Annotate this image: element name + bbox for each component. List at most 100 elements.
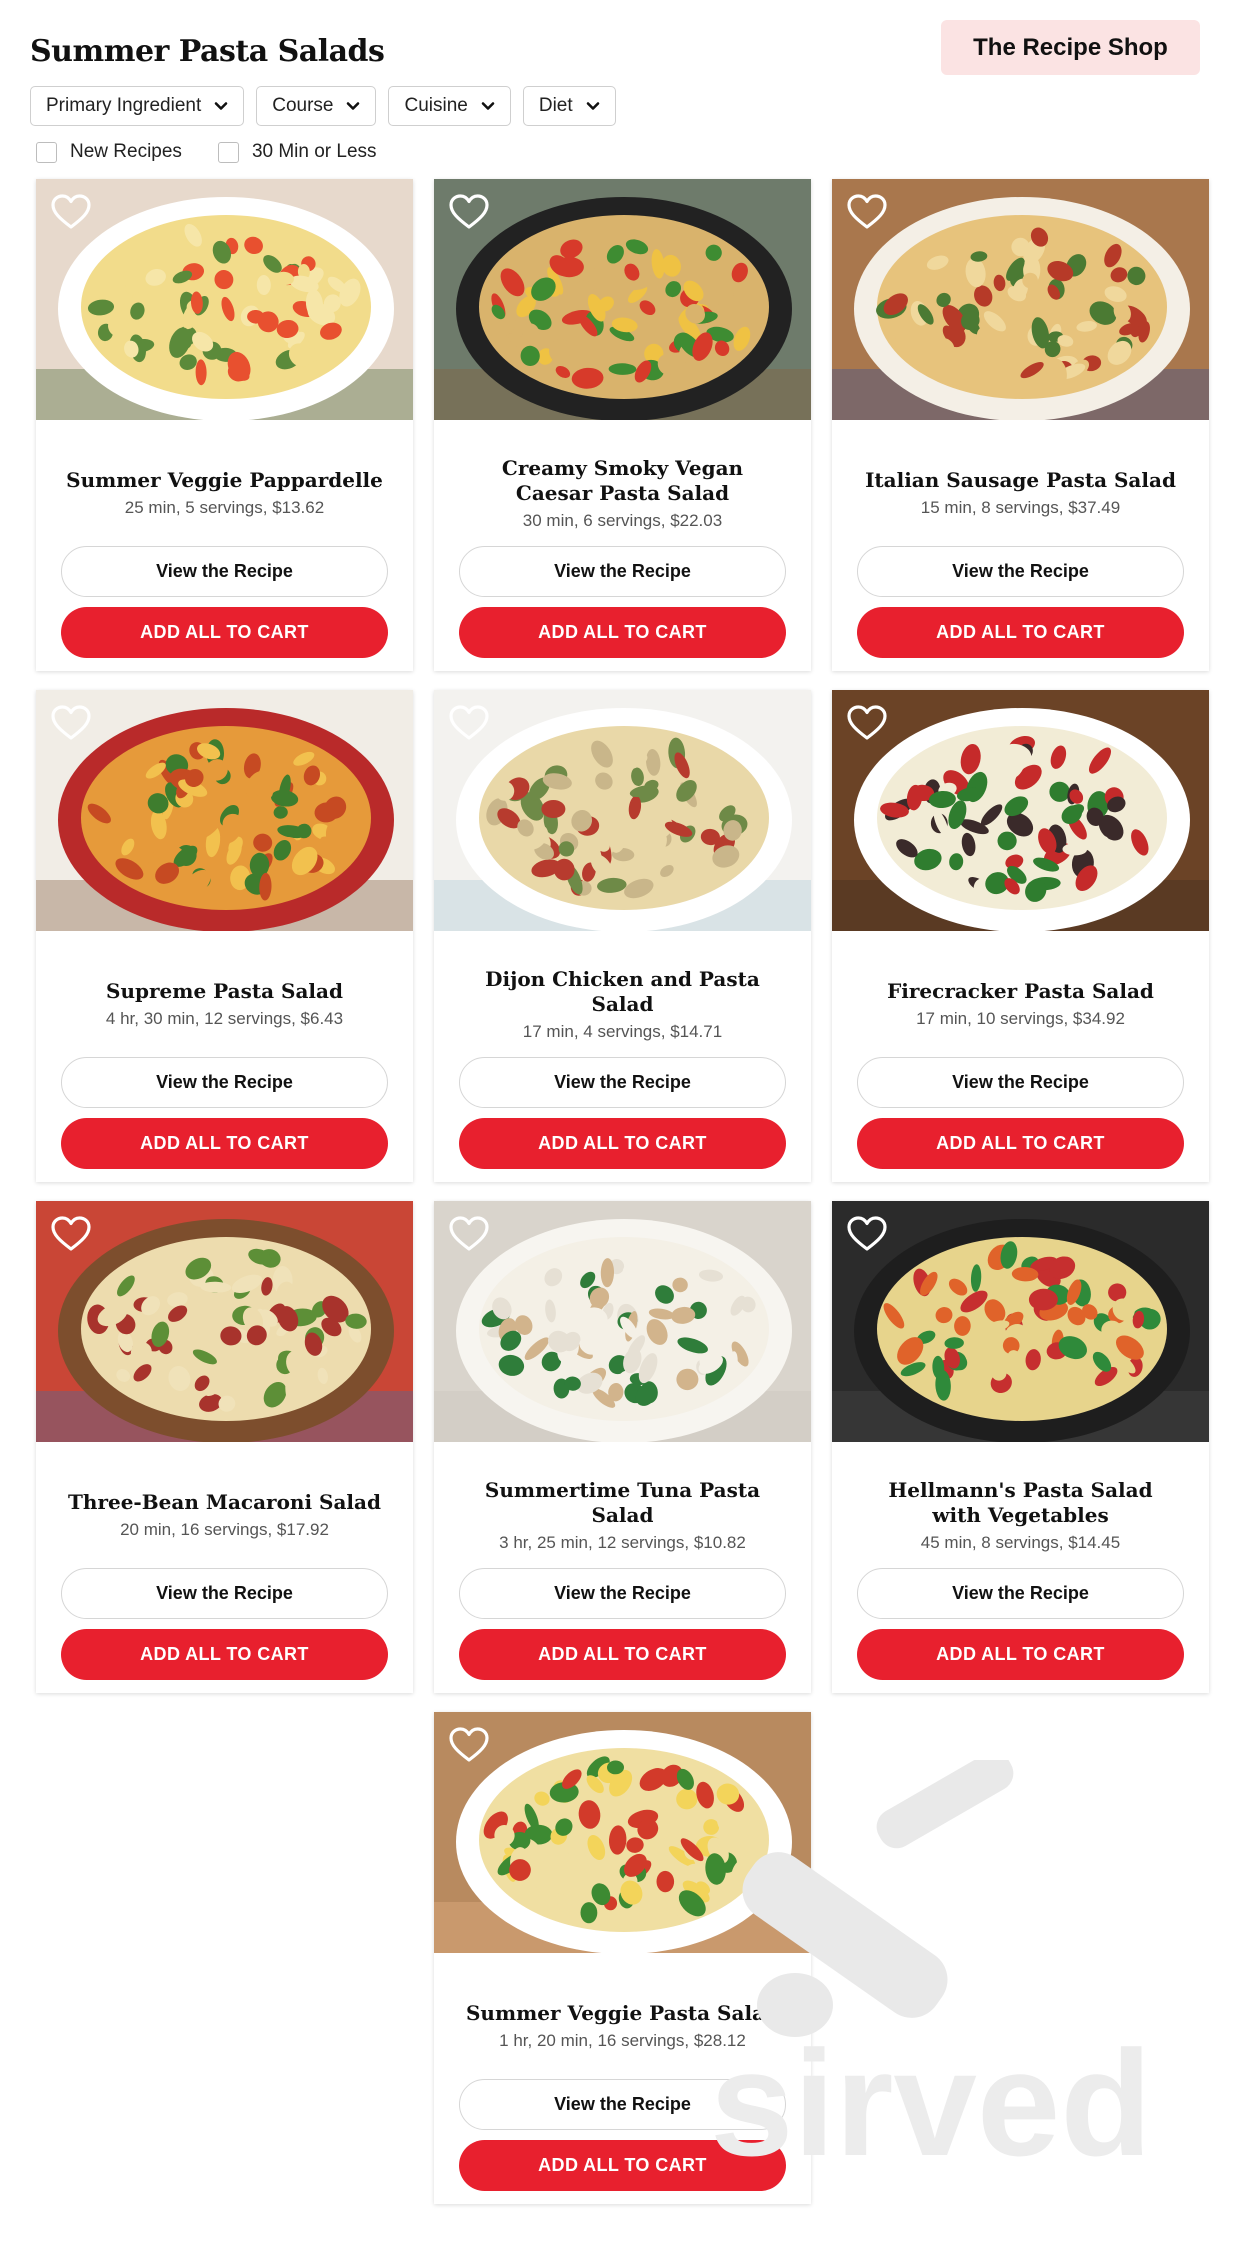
recipe-photo[interactable] [434,179,811,420]
chevron-down-icon [347,102,360,110]
recipe-meta: 3 hr, 25 min, 12 servings, $10.82 [499,1532,746,1552]
recipe-photo[interactable] [434,690,811,931]
recipe-title[interactable]: Summer Veggie Pappardelle [66,468,383,493]
recipe-image[interactable] [434,690,811,931]
add-all-to-cart-button[interactable]: ADD ALL TO CART [459,1629,786,1680]
recipe-photo[interactable] [832,1201,1209,1442]
page-title: Summer Pasta Salads [30,34,385,69]
recipe-title[interactable]: Summertime Tuna Pasta Salad [464,1478,781,1528]
recipe-meta: 20 min, 16 servings, $17.92 [120,1520,329,1539]
recipe-card: Summer Veggie Pappardelle 25 min, 5 serv… [36,179,413,671]
view-recipe-button[interactable]: View the Recipe [61,546,388,597]
recipe-shop-badge[interactable]: The Recipe Shop [941,20,1200,75]
recipe-photo[interactable] [832,179,1209,420]
add-all-to-cart-button[interactable]: ADD ALL TO CART [857,1118,1184,1169]
recipe-image[interactable] [434,1712,811,1953]
heart-icon[interactable] [847,1216,887,1252]
filter-bar: Primary Ingredient Course Cuisine Diet [30,86,616,126]
recipe-title[interactable]: Firecracker Pasta Salad [887,979,1154,1004]
checkbox-box[interactable] [36,141,57,163]
recipe-image[interactable] [832,179,1209,420]
recipe-info: Summer Veggie Pasta Salad 1 hr, 20 min, … [434,1972,811,2080]
add-all-to-cart-button[interactable]: ADD ALL TO CART [459,2140,786,2191]
view-recipe-button[interactable]: View the Recipe [857,546,1184,597]
recipe-card: Firecracker Pasta Salad 17 min, 10 servi… [832,690,1209,1182]
view-recipe-button[interactable]: View the Recipe [61,1057,388,1108]
view-recipe-button[interactable]: View the Recipe [459,1057,786,1108]
new-recipes-checkbox[interactable]: New Recipes [36,141,182,163]
add-all-to-cart-button[interactable]: ADD ALL TO CART [459,607,786,658]
recipe-title[interactable]: Creamy Smoky Vegan Caesar Pasta Salad [464,456,781,506]
recipe-card: Three-Bean Macaroni Salad 20 min, 16 ser… [36,1201,413,1693]
checkbox-box[interactable] [217,141,239,163]
heart-icon[interactable] [51,194,91,230]
heart-icon[interactable] [847,705,887,741]
view-recipe-button[interactable]: View the Recipe [459,1568,786,1619]
recipe-image[interactable] [832,690,1209,931]
recipe-card: Dijon Chicken and Pasta Salad 17 min, 4 … [434,690,811,1182]
recipe-image[interactable] [434,179,811,420]
filter-primary-ingredient[interactable]: Primary Ingredient [30,86,245,126]
view-recipe-button[interactable]: View the Recipe [857,1057,1184,1108]
recipe-title[interactable]: Hellmann's Pasta Salad with Vegetables [862,1478,1179,1528]
recipe-info: Three-Bean Macaroni Salad 20 min, 16 ser… [36,1461,413,1569]
recipe-title[interactable]: Three-Bean Macaroni Salad [68,1490,381,1515]
recipe-image[interactable] [36,179,413,420]
recipe-photo[interactable] [36,690,413,931]
filter-label: Primary Ingredient [46,95,202,116]
view-recipe-button[interactable]: View the Recipe [459,546,786,597]
recipe-info: Summertime Tuna Pasta Salad 3 hr, 25 min… [434,1461,811,1569]
add-all-to-cart-button[interactable]: ADD ALL TO CART [857,1629,1184,1680]
filter-course[interactable]: Course [256,86,377,126]
heart-icon[interactable] [847,194,887,230]
recipe-card: Supreme Pasta Salad 4 hr, 30 min, 12 ser… [36,690,413,1182]
recipe-grid: Summer Veggie Pappardelle 25 min, 5 serv… [36,179,1209,2204]
add-all-to-cart-button[interactable]: ADD ALL TO CART [61,1118,388,1169]
checkbox-label: 30 Min or Less [251,141,377,162]
recipe-title[interactable]: Dijon Chicken and Pasta Salad [464,967,781,1017]
add-all-to-cart-button[interactable]: ADD ALL TO CART [459,1118,786,1169]
heart-icon[interactable] [51,705,91,741]
view-recipe-button[interactable]: View the Recipe [459,2079,786,2130]
heart-icon[interactable] [449,1727,489,1763]
chevron-down-icon [586,102,599,110]
recipe-card: Summer Veggie Pasta Salad 1 hr, 20 min, … [434,1712,811,2204]
recipe-image[interactable] [36,1201,413,1442]
recipe-meta: 45 min, 8 servings, $14.45 [920,1532,1121,1552]
recipe-info: Hellmann's Pasta Salad with Vegetables 4… [832,1461,1209,1569]
heart-icon[interactable] [449,705,489,741]
add-all-to-cart-button[interactable]: ADD ALL TO CART [61,607,388,658]
recipe-info: Supreme Pasta Salad 4 hr, 30 min, 12 ser… [36,950,413,1058]
recipe-info: Creamy Smoky Vegan Caesar Pasta Salad 30… [434,439,811,547]
heart-icon[interactable] [449,194,489,230]
recipe-card: Creamy Smoky Vegan Caesar Pasta Salad 30… [434,179,811,671]
recipe-info: Dijon Chicken and Pasta Salad 17 min, 4 … [434,950,811,1058]
recipe-photo[interactable] [832,690,1209,931]
chevron-down-icon [214,102,228,110]
recipe-meta: 15 min, 8 servings, $37.49 [920,498,1121,517]
view-recipe-button[interactable]: View the Recipe [61,1568,388,1619]
recipe-image[interactable] [832,1201,1209,1442]
filter-cuisine[interactable]: Cuisine [388,86,511,126]
recipe-image[interactable] [36,690,413,931]
30-min-or-less-checkbox[interactable]: 30 Min or Less [217,141,377,163]
recipe-info: Italian Sausage Pasta Salad 15 min, 8 se… [832,439,1209,547]
recipe-title[interactable]: Summer Veggie Pasta Salad [466,2001,779,2026]
chevron-down-icon [481,102,495,110]
recipe-photo[interactable] [36,1201,413,1442]
recipe-meta: 4 hr, 30 min, 12 servings, $6.43 [105,1009,344,1028]
filter-diet[interactable]: Diet [522,86,616,126]
add-all-to-cart-button[interactable]: ADD ALL TO CART [857,607,1184,658]
recipe-photo[interactable] [434,1712,811,1953]
recipe-photo[interactable] [434,1201,811,1442]
recipe-title[interactable]: Italian Sausage Pasta Salad [865,468,1176,493]
recipe-title[interactable]: Supreme Pasta Salad [106,979,343,1004]
add-all-to-cart-button[interactable]: ADD ALL TO CART [61,1629,388,1680]
view-recipe-button[interactable]: View the Recipe [857,1568,1184,1619]
filter-label: Diet [538,95,573,116]
recipe-meta: 1 hr, 20 min, 16 servings, $28.12 [499,2031,746,2050]
heart-icon[interactable] [51,1216,91,1252]
recipe-image[interactable] [434,1201,811,1442]
heart-icon[interactable] [449,1216,489,1252]
recipe-photo[interactable] [36,179,413,420]
